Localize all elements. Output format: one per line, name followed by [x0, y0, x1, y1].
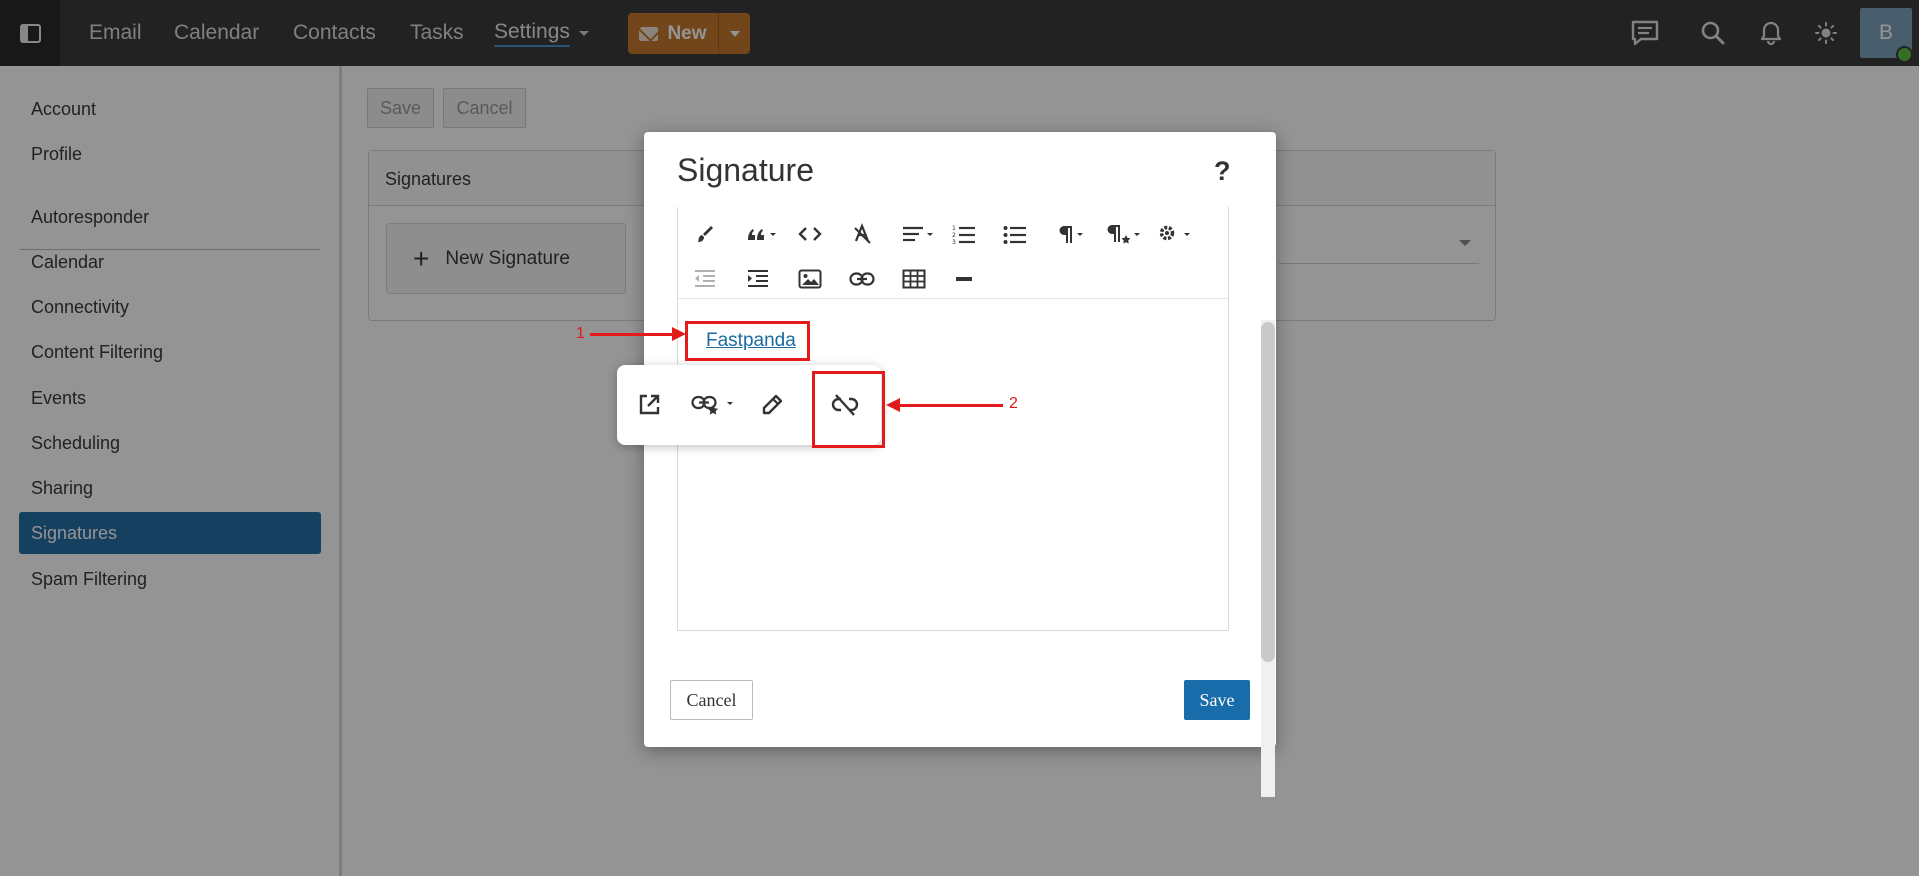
arrow-head-icon [886, 398, 900, 412]
unordered-list-button[interactable] [997, 216, 1033, 252]
annotation-arrow-1 [590, 333, 672, 336]
code-icon [798, 227, 822, 241]
link-icon [849, 272, 875, 286]
annotation-label-1: 1 [576, 325, 585, 342]
dialog-scrollbar[interactable] [1261, 322, 1275, 662]
annotation-label-2: 2 [1009, 395, 1018, 412]
horizontal-rule-icon [956, 277, 972, 281]
editor-toolbar: 123 [678, 207, 1228, 299]
insert-table-button[interactable] [896, 261, 932, 297]
align-icon [903, 226, 933, 242]
outdent-icon [695, 270, 715, 287]
insert-link-button[interactable] [844, 261, 880, 297]
open-link-button[interactable] [629, 385, 669, 425]
paragraph-button[interactable] [1052, 216, 1092, 252]
gear-icon [1159, 225, 1190, 241]
code-button[interactable] [792, 216, 828, 252]
insert-image-button[interactable] [792, 261, 828, 297]
paragraph-style-icon [1107, 225, 1140, 244]
dialog-cancel-button[interactable]: Cancel [670, 680, 753, 720]
horizontal-rule-button[interactable] [946, 261, 982, 297]
image-icon [798, 269, 822, 289]
indent-button[interactable] [740, 261, 776, 297]
ordered-list-button[interactable]: 123 [946, 216, 982, 252]
quote-button[interactable] [740, 216, 784, 252]
link-style-button[interactable] [689, 385, 739, 425]
unordered-list-icon [1003, 226, 1026, 244]
ordered-list-icon: 123 [952, 225, 975, 244]
help-button[interactable]: ? [1214, 156, 1231, 187]
outdent-button[interactable] [687, 261, 723, 297]
svg-text:3: 3 [952, 239, 956, 244]
open-link-icon [639, 394, 660, 415]
indent-icon [748, 270, 768, 287]
clear-format-button[interactable] [844, 216, 880, 252]
paragraph-icon [1059, 226, 1083, 243]
brush-button[interactable] [687, 216, 723, 252]
clear-format-icon [854, 223, 871, 244]
link-style-icon [691, 395, 733, 415]
annotation-arrow-2 [899, 404, 1003, 407]
highlight-unlink-button [812, 371, 885, 448]
align-button[interactable] [896, 216, 940, 252]
svg-text:2: 2 [952, 232, 956, 239]
quote-icon [748, 229, 776, 240]
brush-icon [698, 226, 713, 242]
highlight-link-text [685, 321, 810, 361]
edit-link-icon [762, 394, 783, 415]
arrow-head-icon [672, 327, 686, 341]
svg-text:1: 1 [952, 225, 956, 232]
settings-button[interactable] [1154, 216, 1198, 252]
table-icon [902, 269, 926, 289]
dialog-title: Signature [677, 152, 814, 188]
edit-link-button[interactable] [752, 385, 792, 425]
dialog-save-button[interactable]: Save [1184, 680, 1250, 720]
paragraph-style-button[interactable] [1102, 216, 1146, 252]
